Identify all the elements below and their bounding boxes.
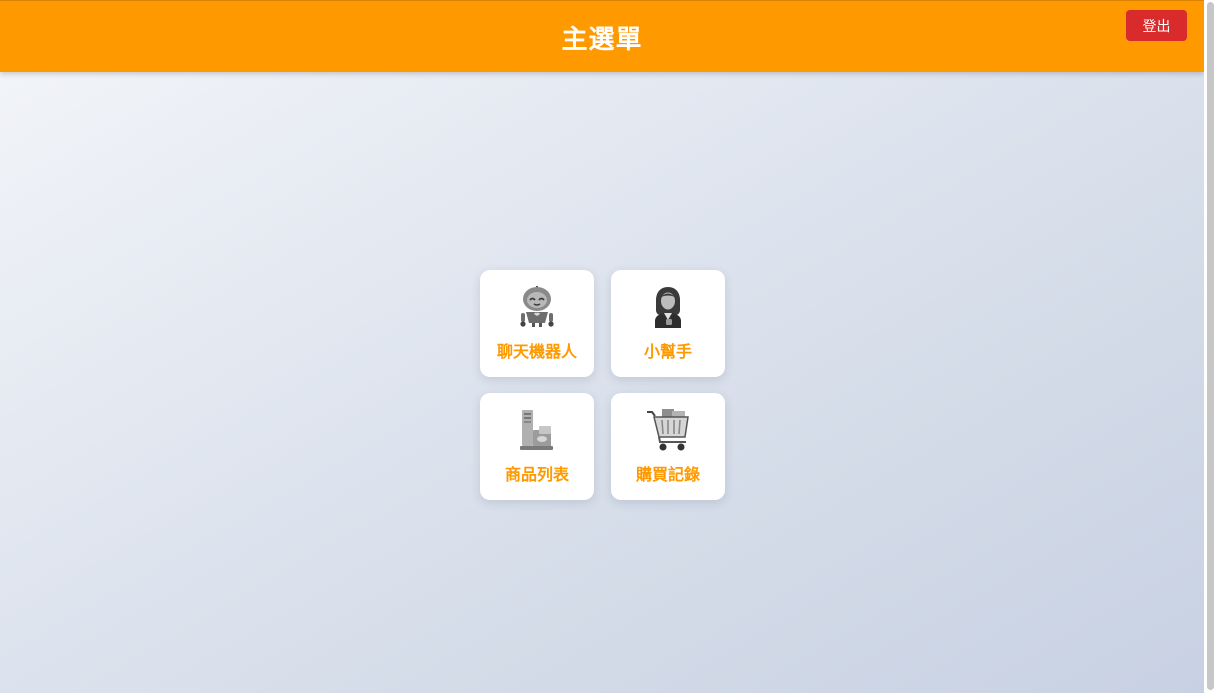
menu-card-chatbot[interactable]: 聊天機器人 xyxy=(480,270,594,377)
product-list-icon xyxy=(515,408,559,452)
menu-card-products[interactable]: 商品列表 xyxy=(480,393,594,500)
menu-card-label: 商品列表 xyxy=(504,465,569,484)
assistant-woman-icon xyxy=(646,285,690,329)
menu-card-history[interactable]: 購買記錄 xyxy=(611,393,725,500)
robot-icon xyxy=(515,285,559,329)
page-title: 主選單 xyxy=(561,25,643,55)
vertical-scrollbar[interactable] xyxy=(1204,0,1217,693)
header-bar: 主選單 登出 xyxy=(0,0,1204,72)
scrollbar-thumb[interactable] xyxy=(1207,2,1214,690)
menu-card-helper[interactable]: 小幫手 xyxy=(611,270,725,377)
menu-card-label: 聊天機器人 xyxy=(496,342,577,361)
shopping-cart-icon xyxy=(646,408,690,452)
menu-card-label: 小幫手 xyxy=(643,342,692,361)
menu-card-label: 購買記錄 xyxy=(635,465,700,484)
page-background xyxy=(0,0,1204,693)
logout-button[interactable]: 登出 xyxy=(1126,10,1187,41)
